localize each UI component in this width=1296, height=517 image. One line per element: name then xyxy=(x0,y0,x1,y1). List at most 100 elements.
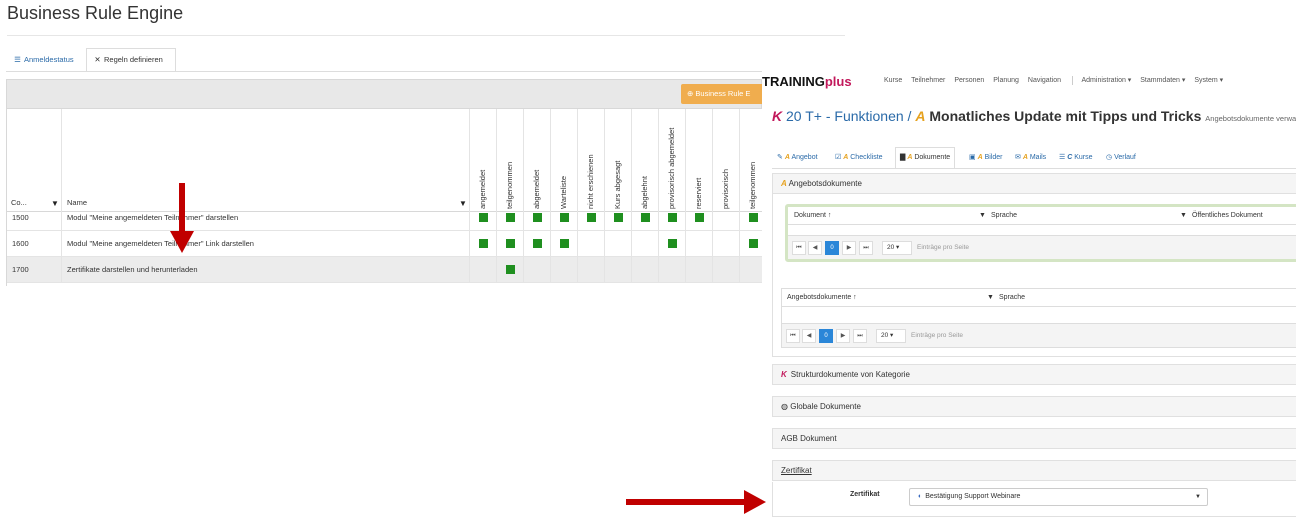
pencil-icon: ✎ xyxy=(777,154,783,161)
brand-logo[interactable]: TRAININGplus xyxy=(762,74,852,89)
nav-personen[interactable]: Personen xyxy=(954,77,984,84)
status-cell[interactable] xyxy=(713,231,740,257)
nav-stammdaten[interactable]: Stammdaten ▾ xyxy=(1140,77,1185,84)
image-icon: ▣ xyxy=(969,154,976,161)
red-arrow-down xyxy=(179,183,185,233)
status-cell[interactable] xyxy=(632,231,659,257)
zertifikat-select[interactable]: ◐ Bestätigung Support Webinare ▼ xyxy=(909,488,1208,506)
status-cell[interactable] xyxy=(605,231,632,257)
prev-page-icon[interactable]: ◀ xyxy=(802,329,816,343)
column-header-status[interactable]: abgemeldet xyxy=(524,109,551,213)
status-cell[interactable] xyxy=(497,257,524,283)
status-cell[interactable] xyxy=(524,257,551,283)
current-page[interactable]: 0 xyxy=(819,329,833,343)
status-cell[interactable] xyxy=(497,231,524,257)
status-cell[interactable] xyxy=(470,257,497,283)
status-cell[interactable] xyxy=(524,231,551,257)
nav-navigation[interactable]: Navigation xyxy=(1028,77,1061,84)
column-header-status[interactable]: provisorisch xyxy=(713,109,740,213)
title-divider xyxy=(7,35,845,36)
panel-agb-dokument[interactable]: AGB Dokument xyxy=(772,428,1296,449)
column-header-status[interactable]: reserviert xyxy=(686,109,713,213)
rule-name: Zertifikate darstellen und herunterladen xyxy=(62,257,470,283)
nav-system[interactable]: System ▾ xyxy=(1194,77,1223,84)
last-page-icon[interactable]: ⏭ xyxy=(859,241,873,255)
column-header-status[interactable]: provisorisch abgemeldet xyxy=(659,109,686,213)
first-page-icon[interactable]: ⏮ xyxy=(786,329,800,343)
status-cell[interactable] xyxy=(686,257,713,283)
current-page[interactable]: 0 xyxy=(825,241,839,255)
nav-kurse[interactable]: Kurse xyxy=(884,77,902,84)
red-arrow-down-head xyxy=(170,231,194,253)
tab-kurse[interactable]: ☰ C Kurse xyxy=(1054,147,1098,169)
status-cell[interactable] xyxy=(659,231,686,257)
page-size-select[interactable]: 20 ▾ xyxy=(882,241,912,255)
nav-planung[interactable]: Planung xyxy=(993,77,1019,84)
pager: ⏮ ◀ 0 ▶ ⏭ 20 ▾ Einträge pro Seite xyxy=(782,323,1296,347)
column-header-status[interactable]: nicht erschienen xyxy=(578,109,605,213)
status-cell[interactable] xyxy=(632,257,659,283)
filter-icon[interactable]: ▼ xyxy=(979,207,986,225)
tab-angebot[interactable]: ✎ A Angebot xyxy=(772,147,823,169)
column-header-dokument[interactable]: Dokument ↑ xyxy=(794,207,831,225)
tab-bilder[interactable]: ▣ A Bilder xyxy=(964,147,1008,169)
column-header-sprache[interactable]: Sprache xyxy=(991,207,1017,225)
status-cell[interactable] xyxy=(578,257,605,283)
chevron-down-icon: ▼ xyxy=(1195,494,1201,500)
status-active-marker xyxy=(668,239,677,248)
status-cell[interactable] xyxy=(686,231,713,257)
status-cell[interactable] xyxy=(740,257,762,283)
column-header-angebotsdokumente[interactable]: Angebotsdokumente ↑ xyxy=(787,289,857,307)
last-page-icon[interactable]: ⏭ xyxy=(853,329,867,343)
table-row[interactable]: 1700 Zertifikate darstellen und herunterl… xyxy=(7,257,762,283)
tab-checkliste[interactable]: ☑ A Checkliste xyxy=(830,147,888,169)
status-cell[interactable] xyxy=(551,257,578,283)
tab-regeln-definieren[interactable]: ✕ Regeln definieren xyxy=(86,48,176,72)
panel-angebotsdokumente[interactable]: A Angebotsdokumente xyxy=(772,173,1296,194)
column-header-oeffentlich[interactable]: Öffentliches Dokument xyxy=(1192,207,1263,225)
status-cell[interactable] xyxy=(713,257,740,283)
filter-icon[interactable]: ▼ xyxy=(459,199,467,208)
status-cell[interactable] xyxy=(551,231,578,257)
filter-icon[interactable]: ▼ xyxy=(1180,207,1187,225)
page-size-select[interactable]: 20 ▾ xyxy=(876,329,906,343)
red-arrow-right xyxy=(626,499,746,505)
panel-strukturdokumente[interactable]: K Strukturdokumente von Kategorie xyxy=(772,364,1296,385)
status-cell[interactable] xyxy=(605,257,632,283)
nav-teilnehmer[interactable]: Teilnehmer xyxy=(911,77,945,84)
panel-zertifikat[interactable]: Zertifikat xyxy=(772,460,1296,481)
filter-icon[interactable]: ▼ xyxy=(51,199,59,208)
nav-administration[interactable]: Administration ▾ xyxy=(1082,77,1132,84)
filter-icon[interactable]: ▼ xyxy=(987,289,994,307)
status-cell[interactable] xyxy=(740,231,762,257)
panel-globale-dokumente[interactable]: ◍ Globale Dokumente xyxy=(772,396,1296,417)
tab-verlauf[interactable]: ◷ Verlauf xyxy=(1101,147,1141,169)
status-active-marker xyxy=(479,213,488,222)
status-cell[interactable] xyxy=(578,231,605,257)
next-page-icon[interactable]: ▶ xyxy=(842,241,856,255)
column-header-status[interactable]: teilgenommen xyxy=(740,109,762,213)
status-cell[interactable] xyxy=(470,231,497,257)
add-business-rule-button[interactable]: ⊕ Business Rule E xyxy=(681,84,763,104)
column-header-status[interactable]: teilgenommen xyxy=(497,109,524,213)
course-link[interactable]: 20 T+ - Funktionen / xyxy=(786,108,911,124)
plus-circle-icon: ⊕ xyxy=(687,89,694,98)
tab-anmeldestatus[interactable]: ☰ Anmeldestatus xyxy=(6,48,81,72)
next-page-icon[interactable]: ▶ xyxy=(836,329,850,343)
prev-page-icon[interactable]: ◀ xyxy=(808,241,822,255)
status-active-marker xyxy=(506,213,515,222)
column-header-status[interactable]: Warteliste xyxy=(551,109,578,213)
tab-dokumente[interactable]: ▇ A Dokumente xyxy=(895,147,956,169)
column-header-code[interactable]: Co... ▼ xyxy=(7,109,62,213)
status-cell[interactable] xyxy=(659,257,686,283)
tab-mails[interactable]: ✉ A Mails xyxy=(1010,147,1051,169)
column-header-status[interactable]: abgelehnt xyxy=(632,109,659,213)
dokument-grid-header: Dokument ↑ ▼ Sprache ▼ Öffentliches Doku… xyxy=(788,207,1296,225)
first-page-icon[interactable]: ⏮ xyxy=(792,241,806,255)
column-header-status[interactable]: Kurs abgesagt xyxy=(605,109,632,213)
status-active-marker xyxy=(668,213,677,222)
column-header-sprache[interactable]: Sprache xyxy=(999,289,1025,307)
column-header-name[interactable]: Name ▼ xyxy=(62,109,470,213)
table-row[interactable]: 1600 Modul "Meine angemeldeten Teilnehmer… xyxy=(7,231,762,257)
column-header-status[interactable]: angemeldet xyxy=(470,109,497,213)
